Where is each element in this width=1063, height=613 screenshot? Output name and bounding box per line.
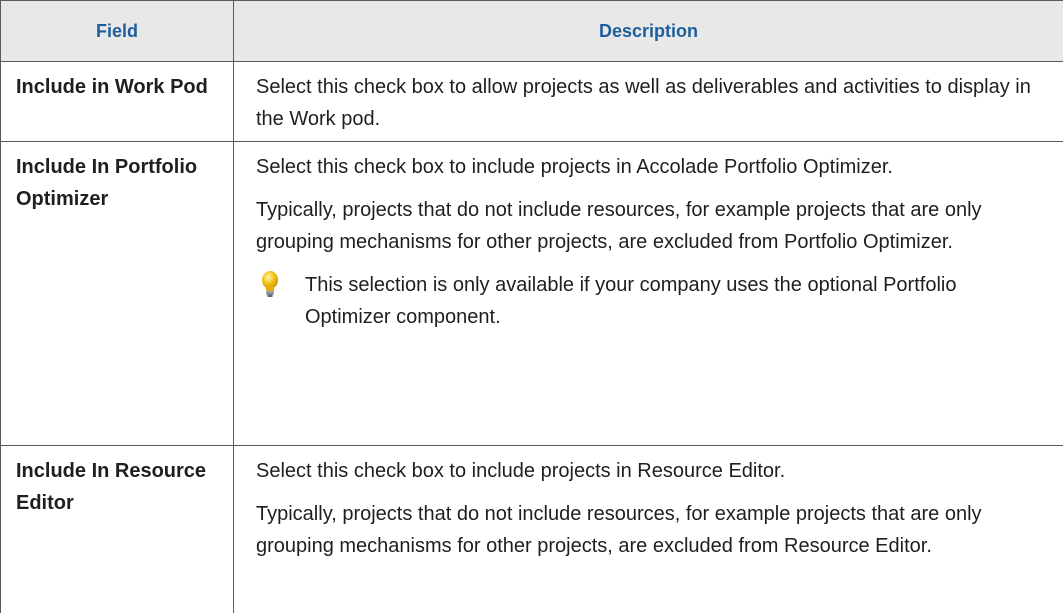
- field-column-header: Field: [1, 1, 234, 62]
- field-cell: Include In Resource Editor: [1, 446, 234, 613]
- table-row: Include in Work Pod Select this check bo…: [1, 62, 1063, 142]
- field-name: Include In Portfolio Optimizer: [1, 142, 233, 215]
- description-cell: Select this check box to include project…: [234, 446, 1063, 613]
- lightbulb-icon: [257, 269, 283, 299]
- description-paragraph: Select this check box to include project…: [256, 151, 1045, 183]
- field-name: Include In Resource Editor: [1, 446, 233, 519]
- description-paragraph: Typically, projects that do not include …: [256, 498, 1045, 562]
- description-paragraph: Select this check box to allow projects …: [256, 71, 1045, 135]
- header-row: Field Description: [1, 1, 1063, 62]
- table-row: Include In Portfolio Optimizer Select th…: [1, 142, 1063, 446]
- tip-note: This selection is only available if your…: [256, 269, 1045, 333]
- description-paragraph: Select this check box to include project…: [256, 455, 1045, 487]
- tip-note-text: This selection is only available if your…: [305, 269, 1045, 333]
- field-description-table: Field Description Include in Work Pod Se…: [0, 0, 1063, 613]
- table-row: Include In Resource Editor Select this c…: [1, 446, 1063, 613]
- field-cell: Include in Work Pod: [1, 62, 234, 142]
- description-cell: Select this check box to include project…: [234, 142, 1063, 446]
- description-column-header: Description: [234, 1, 1063, 62]
- description-cell: Select this check box to allow projects …: [234, 62, 1063, 142]
- field-name: Include in Work Pod: [1, 62, 233, 103]
- description-paragraph: Typically, projects that do not include …: [256, 194, 1045, 258]
- field-cell: Include In Portfolio Optimizer: [1, 142, 234, 446]
